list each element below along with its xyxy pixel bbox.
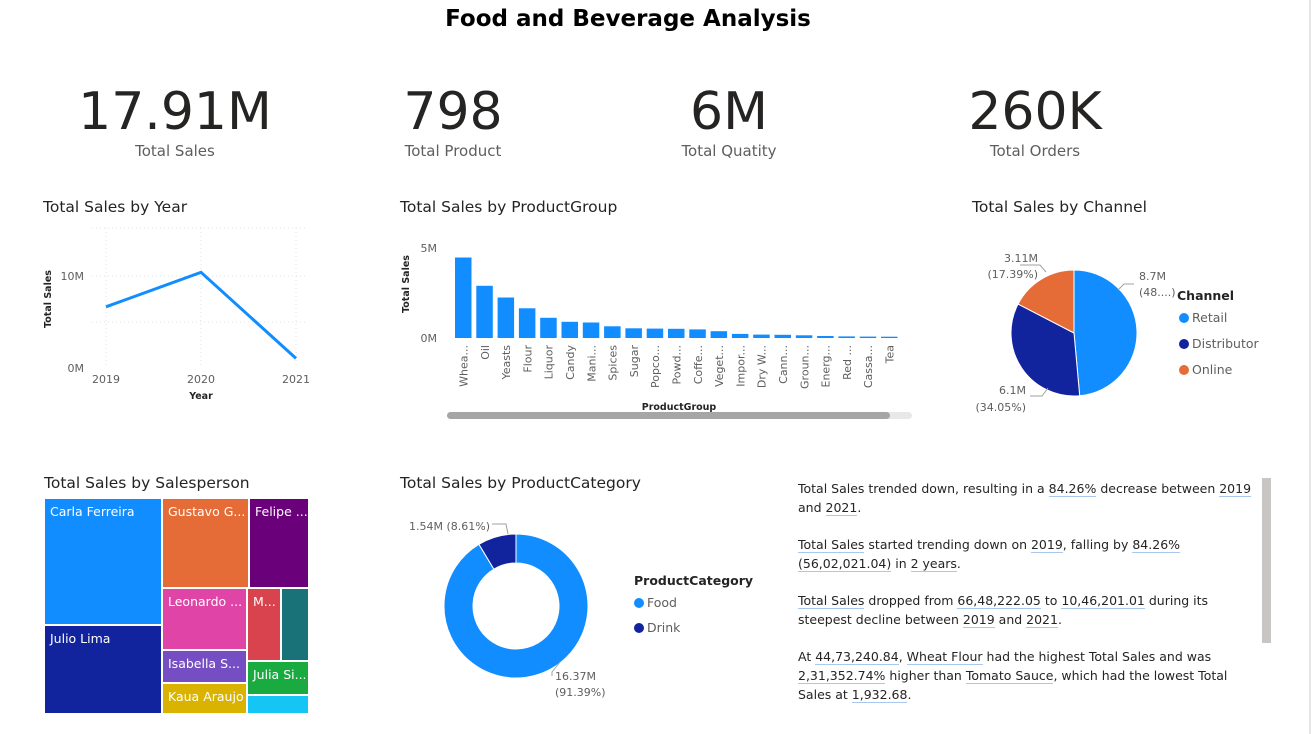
narrative-text: Total Sales trended down, resulting in a [798,481,1049,496]
narrative-highlight[interactable]: 84.26% [1132,537,1181,553]
legend-label: Retail [1192,310,1227,325]
narrative-highlight[interactable]: Wheat Flour [906,649,983,665]
legend-item-distributor[interactable]: Distributor [1179,336,1260,351]
data-label: (17.39%) [987,268,1038,281]
data-label: 3.11M [1004,252,1038,265]
narrative-text: in [891,556,911,571]
narrative-text: decrease between [1096,481,1220,496]
data-label: (48....) [1139,286,1176,299]
narrative-highlight[interactable]: Total Sales [798,593,865,609]
legend-item-food[interactable]: Food [634,595,677,610]
narrative-highlight[interactable]: 66,48,222.05 [957,593,1041,609]
narrative-highlight[interactable]: (56,02,021.04) [798,556,892,572]
narrative-highlight[interactable]: Total Sales [798,537,865,553]
data-label: 1.54M (8.61%) [409,520,490,533]
narrative-highlight[interactable]: 84.26% [1048,481,1097,497]
narrative-text: dropped from [864,593,958,608]
narrative-text: , [898,649,907,664]
legend-label: Food [647,595,677,610]
legend-marker [634,598,644,608]
leader-line [1117,283,1134,291]
narrative-text: . [1057,612,1062,627]
narrative-text: and [798,500,826,515]
narrative-text: to [1040,593,1062,608]
legend-marker [1179,339,1189,349]
legend-item-drink[interactable]: Drink [634,620,681,635]
legend-item-online[interactable]: Online [1179,362,1233,377]
leader-line [492,523,509,535]
narrative-highlight[interactable]: 2021 [825,500,858,516]
narrative-text: . [956,556,961,571]
narrative-text: , falling by [1062,537,1133,552]
narrative-paragraph: Total Sales started trending down on 201… [798,535,1260,573]
legend-title: Channel [1177,288,1234,303]
legend-title: ProductCategory [634,573,753,588]
narrative-text: . [857,500,862,515]
narrative-highlight[interactable]: 2,31,352.74% [798,668,886,684]
narrative-paragraph: At 44,73,240.84, Wheat Flour had the hig… [798,647,1260,704]
narrative-highlight[interactable]: 2 years [910,556,957,572]
data-label: 16.37M [555,670,596,683]
narrative-highlight[interactable]: 2021 [1026,612,1058,628]
narrative-highlight[interactable]: 10,46,201.01 [1061,593,1145,609]
legend-marker [1179,365,1189,375]
narrative-text: higher than [885,668,966,683]
narrative-highlight[interactable]: Tomato Sauce [965,668,1054,684]
narrative-highlight[interactable]: 2019 [1219,481,1252,497]
data-label: 6.1M [999,384,1026,397]
narrative-text: At [798,649,816,664]
legend-label: Online [1192,362,1233,377]
narrative-paragraph: Total Sales trended down, resulting in a… [798,479,1260,517]
data-label: (34.05%) [975,401,1026,414]
smart-narrative: Total Sales trended down, resulting in a… [798,479,1260,722]
legend-label: Distributor [1192,336,1260,351]
legend-item-retail[interactable]: Retail [1179,310,1227,325]
data-label: 8.7M [1139,270,1166,283]
legend-marker [634,623,644,633]
data-label: (91.39%) [555,686,606,699]
category-donut-chart[interactable]: 1.54M (8.61%) 16.37M (91.39%) ProductCat… [0,0,800,734]
narrative-text: . [907,687,912,702]
legend-marker [1179,313,1189,323]
legend-label: Drink [647,620,681,635]
narrative-highlight[interactable]: 2019 [962,612,995,628]
narrative-text: and [994,612,1027,627]
narrative-highlight[interactable]: 1,932.68 [851,687,908,703]
narrative-text: had the highest Total Sales and was [982,649,1212,664]
pie-slice-retail[interactable] [1073,269,1138,397]
narrative-scrollbar[interactable] [1262,478,1271,643]
narrative-highlight[interactable]: 44,73,240.84 [815,649,899,665]
narrative-text: started trending down on [864,537,1031,552]
narrative-paragraph: Total Sales dropped from 66,48,222.05 to… [798,591,1260,629]
narrative-highlight[interactable]: 2019 [1030,537,1063,553]
